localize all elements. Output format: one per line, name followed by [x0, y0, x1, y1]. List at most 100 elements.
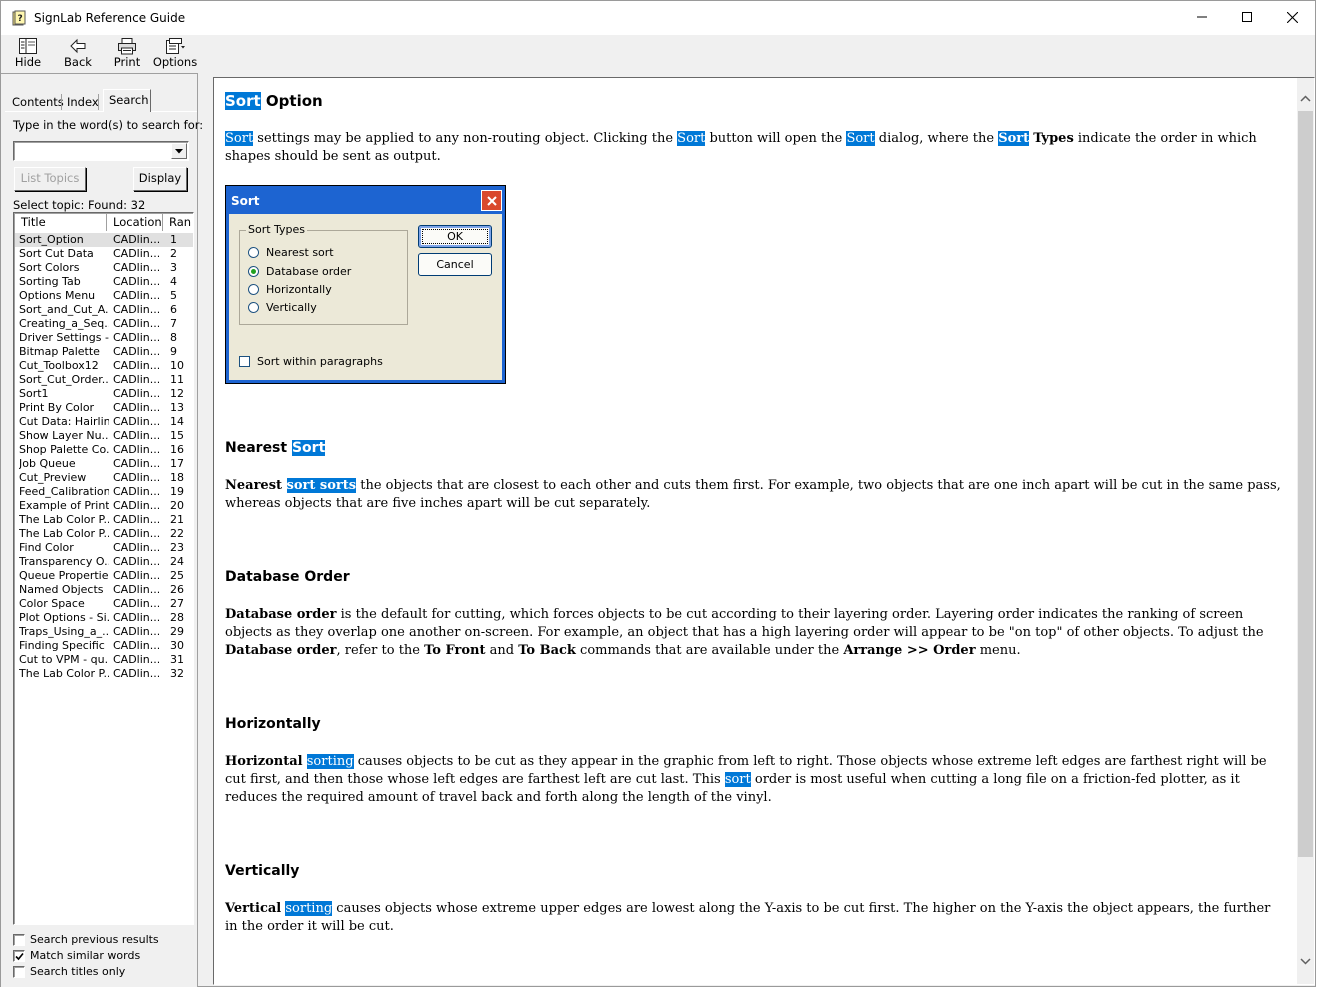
result-rank: 32	[170, 667, 184, 680]
result-row[interactable]: Cut_Toolbox12 CADlin... 10	[15, 359, 193, 373]
result-row[interactable]: Job Queue CADlin... 17	[15, 457, 193, 471]
result-location: CADlin...	[113, 471, 159, 484]
result-row[interactable]: Find Color CADlin... 23	[15, 541, 193, 555]
search-previous-checkbox[interactable]: Search previous results	[13, 933, 193, 947]
scroll-down-button[interactable]	[1297, 953, 1314, 970]
checkbox-label: Search titles only	[30, 965, 126, 978]
result-rank: 27	[170, 597, 184, 610]
column-title[interactable]: Title	[15, 214, 107, 231]
tab-index[interactable]: Index	[67, 93, 99, 111]
result-rank: 18	[170, 471, 184, 484]
results-list[interactable]: Title Location Ran Sort_Option CADlin... 1…	[13, 212, 194, 925]
result-rank: 2	[170, 247, 177, 260]
tab-search[interactable]: Search	[103, 89, 151, 112]
tab-contents[interactable]: Contents	[12, 93, 64, 111]
search-highlight: sort	[724, 772, 751, 787]
result-title: Print By Color	[19, 401, 95, 414]
result-row[interactable]: Feed_Calibration1 CADlin... 19	[15, 485, 193, 499]
search-highlight: sort sorts	[286, 478, 357, 493]
result-row[interactable]: Sorting Tab CADlin... 4	[15, 275, 193, 289]
search-highlight: Sort	[291, 440, 326, 456]
result-row[interactable]: Traps_Using_a_... CADlin... 29	[15, 625, 193, 639]
result-row[interactable]: Color Space CADlin... 27	[15, 597, 193, 611]
result-row[interactable]: The Lab Color P... CADlin... 32	[15, 667, 193, 681]
result-row[interactable]: Named Objects CADlin... 26	[15, 583, 193, 597]
result-row[interactable]: Cut_Preview CADlin... 18	[15, 471, 193, 485]
result-title: Plot Options - Si...	[19, 611, 109, 624]
result-row[interactable]: Creating_a_Seq... CADlin... 7	[15, 317, 193, 331]
hide-button[interactable]: Hide	[5, 37, 51, 73]
result-row[interactable]: Finding Specific ... CADlin... 30	[15, 639, 193, 653]
dropdown-button[interactable]	[171, 143, 187, 159]
result-row[interactable]: The Lab Color P... CADlin... 21	[15, 513, 193, 527]
result-title: Sort Colors	[19, 261, 80, 274]
text-run: Nearest	[225, 440, 292, 456]
text-run: settings may be applied to any non-routi…	[253, 131, 678, 146]
search-titles-checkbox[interactable]: Search titles only	[13, 965, 193, 979]
maximize-button[interactable]	[1224, 1, 1270, 33]
title-bar: ? SignLab Reference Guide	[1, 1, 1315, 35]
result-location: CADlin...	[113, 485, 159, 498]
result-row[interactable]: Sort_and_Cut_A... CADlin... 6	[15, 303, 193, 317]
print-button[interactable]: Print	[104, 37, 150, 73]
result-row[interactable]: Bitmap Palette CADlin... 9	[15, 345, 193, 359]
scroll-thumb[interactable]	[1298, 111, 1313, 857]
result-rank: 4	[170, 275, 177, 288]
column-rank[interactable]: Ran	[163, 214, 193, 231]
options-label: Options	[152, 55, 198, 69]
result-row[interactable]: Print By Color CADlin... 13	[15, 401, 193, 415]
result-row[interactable]: Sort_Cut_Order... CADlin... 11	[15, 373, 193, 387]
result-row[interactable]: Sort_Option CADlin... 1	[15, 233, 193, 247]
result-row[interactable]: Sort1 CADlin... 12	[15, 387, 193, 401]
result-title: Show Layer Nu...	[19, 429, 109, 442]
options-button[interactable]: Options	[152, 37, 198, 73]
result-rank: 12	[170, 387, 184, 400]
result-row[interactable]: Example of Printi... CADlin... 20	[15, 499, 193, 513]
scroll-up-button[interactable]	[1297, 90, 1314, 107]
search-highlight: Sort	[846, 131, 875, 146]
result-rank: 17	[170, 457, 184, 470]
radio-label: Vertically	[266, 301, 317, 314]
result-row[interactable]: Cut to VPM - qu... CADlin... 31	[15, 653, 193, 667]
result-row[interactable]: Shop Palette Co... CADlin... 16	[15, 443, 193, 457]
result-row[interactable]: Sort Colors CADlin... 3	[15, 261, 193, 275]
text-run: the objects that are closest to each oth…	[225, 478, 1281, 511]
column-location[interactable]: Location	[107, 214, 163, 231]
result-row[interactable]: The Lab Color P... CADlin... 22	[15, 527, 193, 541]
result-row[interactable]: Plot Options - Si... CADlin... 28	[15, 611, 193, 625]
result-title: Feed_Calibration1	[19, 485, 109, 498]
minimize-button[interactable]	[1179, 1, 1225, 33]
close-button[interactable]	[1269, 1, 1315, 33]
result-row[interactable]: Transparency O... CADlin... 24	[15, 555, 193, 569]
printer-icon	[118, 38, 136, 55]
result-row[interactable]: Driver Settings -... CADlin... 8	[15, 331, 193, 345]
result-row[interactable]: Sort Cut Data CADlin... 2	[15, 247, 193, 261]
match-similar-checkbox[interactable]: Match similar words	[13, 949, 193, 963]
result-row[interactable]: Options Menu CADlin... 5	[15, 289, 193, 303]
search-input[interactable]	[13, 141, 189, 161]
result-location: CADlin...	[113, 611, 159, 624]
svg-text:?: ?	[18, 14, 23, 24]
display-button[interactable]: Display	[133, 167, 187, 191]
back-button[interactable]: Back	[55, 37, 101, 73]
hide-label: Hide	[14, 55, 42, 69]
result-location: CADlin...	[113, 373, 159, 386]
result-title: Shop Palette Co...	[19, 443, 109, 456]
result-row[interactable]: Cut Data: Hairlin... CADlin... 14	[15, 415, 193, 429]
result-rank: 9	[170, 345, 177, 358]
result-location: CADlin...	[113, 331, 159, 344]
list-topics-button[interactable]: List Topics	[14, 167, 86, 191]
back-arrow-icon	[70, 38, 86, 54]
result-rank: 24	[170, 555, 184, 568]
toolbar: Hide Back Print Options	[1, 35, 1315, 73]
vertical-scrollbar[interactable]	[1297, 78, 1314, 984]
result-title: Transparency O...	[19, 555, 109, 568]
result-row[interactable]: Queue Properties CADlin... 25	[15, 569, 193, 583]
radio-label: Nearest sort	[266, 246, 334, 259]
result-location: CADlin...	[113, 457, 159, 470]
section-body-vertically: Vertical sorting causes objects whose ex…	[225, 900, 1285, 936]
result-title: Queue Properties	[19, 569, 109, 582]
result-location: CADlin...	[113, 555, 159, 568]
result-row[interactable]: Show Layer Nu... CADlin... 15	[15, 429, 193, 443]
checkbox-label: Search previous results	[30, 933, 159, 946]
